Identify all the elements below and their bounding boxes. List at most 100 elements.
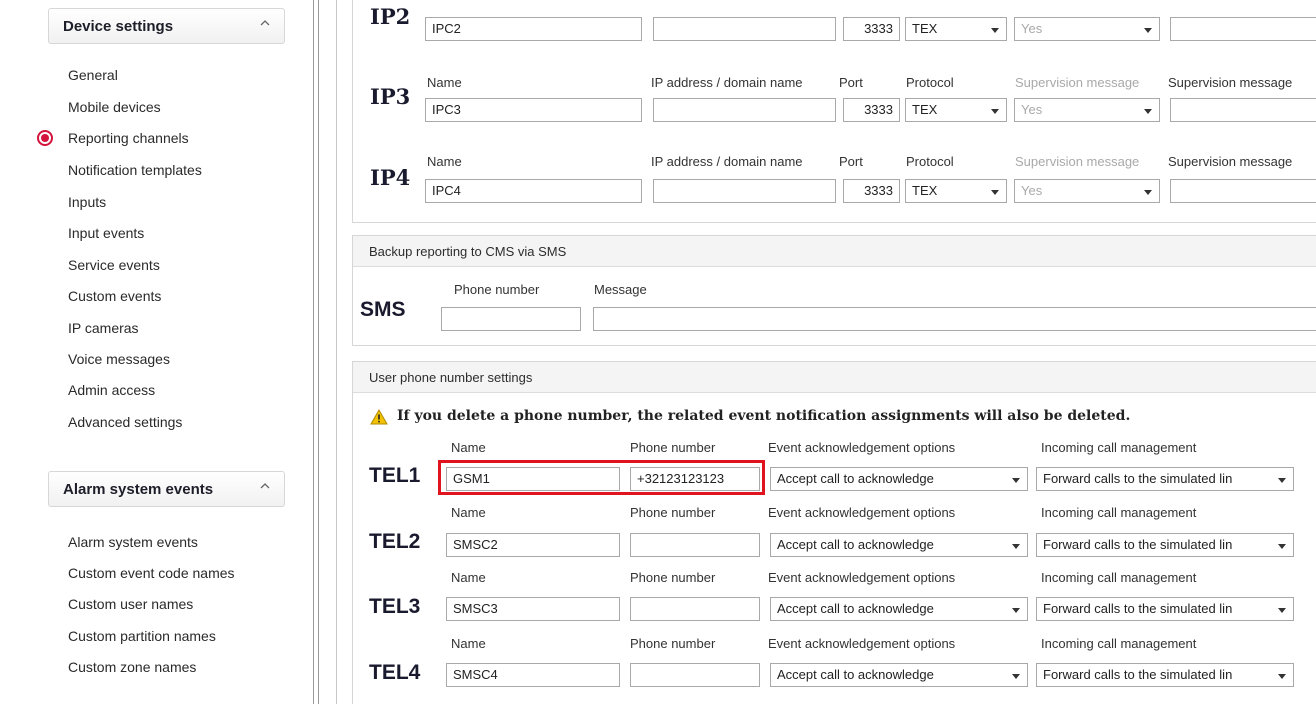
ip3-name-input[interactable]: IPC3	[425, 98, 642, 122]
sms-phone-input[interactable]	[441, 307, 581, 331]
ip4-port-label: Port	[839, 154, 863, 169]
content-border-line	[336, 0, 337, 704]
nav-custom-partition-names[interactable]: Custom partition names	[68, 628, 216, 644]
ip3-protocol-select[interactable]: TEX	[905, 98, 1007, 122]
nav-custom-user-names[interactable]: Custom user names	[68, 596, 193, 612]
ip4-protocol-select[interactable]: TEX	[905, 179, 1007, 203]
dropdown-arrow-icon	[1012, 478, 1020, 483]
tel1-phone-label: Phone number	[630, 440, 716, 455]
ip2-protocol-select[interactable]: TEX	[905, 17, 1007, 41]
ip3-name-label: Name	[427, 75, 462, 90]
sms-message-input[interactable]	[593, 307, 1316, 331]
tel1-ack-select[interactable]: Accept call to acknowledge	[770, 467, 1028, 491]
ip2-label: IP2	[370, 4, 411, 29]
ip4-port-input[interactable]: 3333	[843, 179, 900, 203]
dropdown-arrow-icon	[991, 190, 999, 195]
tel3-phone-input[interactable]	[630, 597, 760, 621]
sms-backup-header: Backup reporting to CMS via SMS	[353, 236, 1316, 267]
dropdown-arrow-icon	[991, 28, 999, 33]
ip4-protocol-label: Protocol	[906, 154, 954, 169]
nav-admin-access[interactable]: Admin access	[68, 382, 155, 398]
ip4-name-label: Name	[427, 154, 462, 169]
selected-radio-icon	[37, 130, 53, 146]
nav-reporting-channels[interactable]: Reporting channels	[68, 130, 189, 146]
device-settings-header[interactable]: Device settings	[48, 8, 285, 44]
tel2-incoming-select[interactable]: Forward calls to the simulated lin	[1036, 533, 1294, 557]
nav-custom-zone-names[interactable]: Custom zone names	[68, 659, 196, 675]
tel1-incoming-label: Incoming call management	[1041, 440, 1197, 455]
tel2-incoming-value: Forward calls to the simulated lin	[1043, 537, 1233, 552]
dropdown-arrow-icon	[991, 109, 999, 114]
ip3-supervision2-label: Supervision message	[1168, 75, 1293, 90]
alarm-system-events-title: Alarm system events	[63, 481, 214, 498]
tel3-name-input[interactable]: SMSC3	[446, 597, 620, 621]
ip2-supervision2-input[interactable]	[1170, 17, 1316, 41]
nav-general[interactable]: General	[68, 67, 118, 83]
nav-voice-messages[interactable]: Voice messages	[68, 351, 170, 367]
ip3-port-input[interactable]: 3333	[843, 98, 900, 122]
ip4-supervision2-input[interactable]	[1170, 179, 1316, 203]
tel3-name-label: Name	[451, 570, 486, 585]
dropdown-arrow-icon	[1278, 608, 1286, 613]
tel2-phone-input[interactable]	[630, 533, 760, 557]
nav-input-events[interactable]: Input events	[68, 225, 144, 241]
user-phones-title: User phone number settings	[369, 370, 533, 385]
ip4-ip-label: IP address / domain name	[651, 154, 803, 169]
ip3-protocol-label: Protocol	[906, 75, 954, 90]
nav-alarm-system-events[interactable]: Alarm system events	[68, 534, 198, 550]
ip2-name-input[interactable]: IPC2	[425, 17, 642, 41]
tel4-name-input[interactable]: SMSC4	[446, 663, 620, 687]
tel2-incoming-label: Incoming call management	[1041, 505, 1197, 520]
nav-custom-events[interactable]: Custom events	[68, 288, 161, 304]
tel3-incoming-select[interactable]: Forward calls to the simulated lin	[1036, 597, 1294, 621]
nav-service-events[interactable]: Service events	[68, 257, 160, 273]
delete-warning-text: If you delete a phone number, the relate…	[397, 408, 1131, 424]
ip3-protocol-value: TEX	[912, 102, 938, 117]
dropdown-arrow-icon	[1012, 608, 1020, 613]
nav-mobile-devices[interactable]: Mobile devices	[68, 99, 161, 115]
tel2-phone-label: Phone number	[630, 505, 716, 520]
tel1-name-label: Name	[451, 440, 486, 455]
nav-advanced-settings[interactable]: Advanced settings	[68, 414, 182, 430]
ip2-ip-input[interactable]	[653, 17, 836, 41]
nav-ip-cameras[interactable]: IP cameras	[68, 320, 139, 336]
tel4-incoming-value: Forward calls to the simulated lin	[1043, 667, 1233, 682]
tel4-label: TEL4	[369, 661, 421, 684]
chevron-up-icon[interactable]	[258, 479, 272, 493]
alarm-system-events-header[interactable]: Alarm system events	[48, 471, 285, 507]
ip3-supervision-label: Supervision message	[1015, 75, 1140, 90]
ip4-label: IP4	[370, 165, 411, 190]
user-phones-header: User phone number settings	[353, 362, 1316, 393]
splitter-line	[318, 0, 319, 704]
nav-inputs[interactable]: Inputs	[68, 194, 106, 210]
dropdown-arrow-icon	[1012, 674, 1020, 679]
tel4-phone-label: Phone number	[630, 636, 716, 651]
tel4-incoming-select[interactable]: Forward calls to the simulated lin	[1036, 663, 1294, 687]
ip3-ip-input[interactable]	[653, 98, 836, 122]
ip3-port-label: Port	[839, 75, 863, 90]
ip4-name-input[interactable]: IPC4	[425, 179, 642, 203]
tel2-label: TEL2	[369, 530, 421, 553]
tel2-name-input[interactable]: SMSC2	[446, 533, 620, 557]
ip2-port-input[interactable]: 3333	[843, 17, 900, 41]
nav-notification-templates[interactable]: Notification templates	[68, 162, 202, 178]
ip4-supervision-select[interactable]: Yes	[1014, 179, 1160, 203]
tel1-ack-value: Accept call to acknowledge	[777, 471, 934, 486]
tel4-name-label: Name	[451, 636, 486, 651]
ip3-supervision2-input[interactable]	[1170, 98, 1316, 122]
dropdown-arrow-icon	[1012, 544, 1020, 549]
dropdown-arrow-icon	[1144, 28, 1152, 33]
chevron-up-icon[interactable]	[258, 16, 272, 30]
ip2-protocol-value: TEX	[912, 21, 938, 36]
ip3-supervision-select[interactable]: Yes	[1014, 98, 1160, 122]
ip2-supervision-select[interactable]: Yes	[1014, 17, 1160, 41]
ip4-ip-input[interactable]	[653, 179, 836, 203]
nav-custom-event-code-names[interactable]: Custom event code names	[68, 565, 235, 581]
ip2-supervision-value: Yes	[1021, 21, 1043, 36]
tel3-ack-select[interactable]: Accept call to acknowledge	[770, 597, 1028, 621]
tel4-phone-input[interactable]	[630, 663, 760, 687]
tel2-ack-select[interactable]: Accept call to acknowledge	[770, 533, 1028, 557]
tel4-ack-select[interactable]: Accept call to acknowledge	[770, 663, 1028, 687]
tel2-ack-value: Accept call to acknowledge	[777, 537, 934, 552]
tel1-incoming-select[interactable]: Forward calls to the simulated lin	[1036, 467, 1294, 491]
